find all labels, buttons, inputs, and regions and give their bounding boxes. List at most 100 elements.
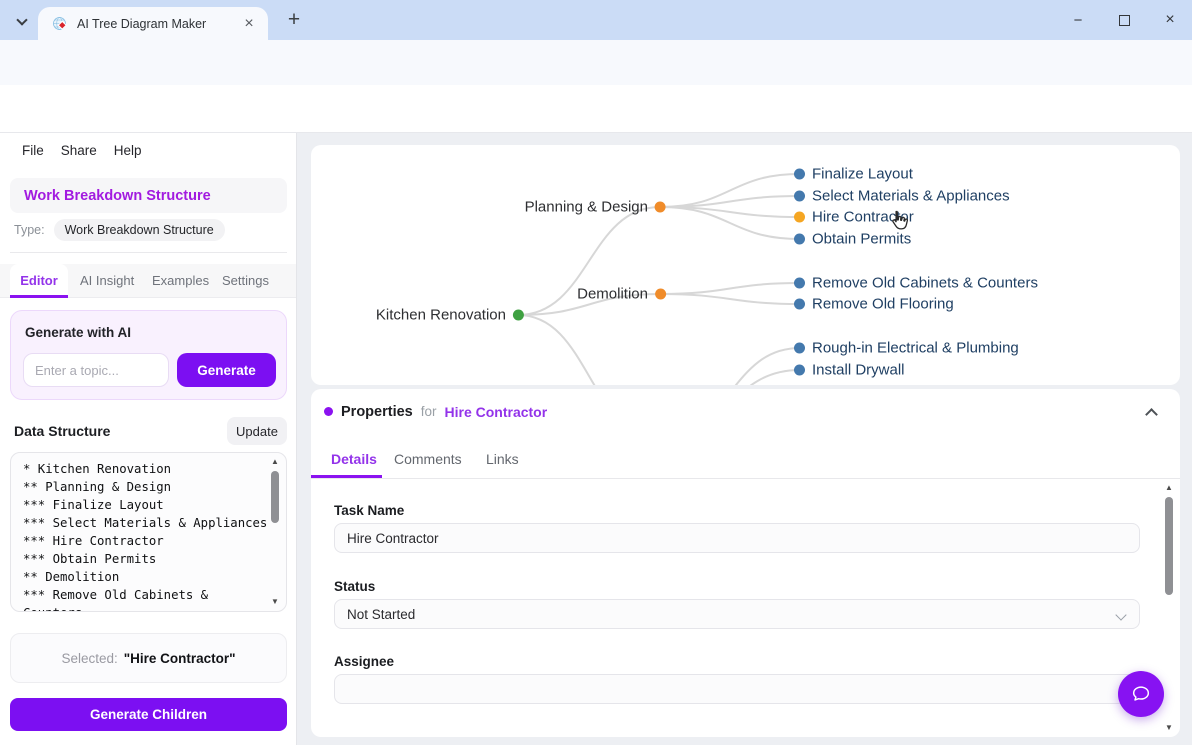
type-label: Type: bbox=[14, 223, 45, 237]
scroll-down-icon[interactable]: ▼ bbox=[271, 597, 279, 607]
tree-node-branch[interactable]: Demolition bbox=[577, 286, 666, 303]
scrollbar-thumb[interactable] bbox=[1165, 497, 1173, 595]
node-label: Rough-in Electrical & Plumbing bbox=[812, 340, 1019, 357]
tab-examples[interactable]: Examples bbox=[152, 264, 209, 298]
window-close-button[interactable]: × bbox=[1153, 8, 1187, 32]
site-favicon bbox=[52, 16, 68, 32]
tab-search-button[interactable] bbox=[9, 9, 35, 33]
menu-share[interactable]: Share bbox=[61, 143, 97, 158]
task-name-label: Task Name bbox=[334, 503, 404, 518]
window-minimize-button[interactable]: − bbox=[1061, 8, 1095, 32]
sidebar-tabs: Editor AI Insight Examples Settings bbox=[0, 264, 296, 298]
tab-ai-insight[interactable]: AI Insight bbox=[80, 264, 134, 298]
node-label: Obtain Permits bbox=[812, 231, 911, 248]
generate-button[interactable]: Generate bbox=[177, 353, 276, 387]
browser-tabstrip: AI Tree Diagram Maker × + − × bbox=[0, 0, 1192, 40]
tree-node-leaf[interactable]: Install Drywall bbox=[794, 362, 905, 379]
topic-input[interactable] bbox=[23, 353, 169, 387]
properties-panel: Properties for Hire Contractor Details C… bbox=[311, 389, 1180, 737]
data-structure-title: Data Structure bbox=[14, 423, 110, 439]
node-label: Remove Old Cabinets & Counters bbox=[812, 275, 1038, 292]
scroll-down-icon[interactable]: ▼ bbox=[1165, 723, 1173, 733]
node-label: Finalize Layout bbox=[812, 166, 913, 183]
scroll-up-icon[interactable]: ▲ bbox=[1165, 483, 1173, 493]
scroll-up-icon[interactable]: ▲ bbox=[271, 457, 279, 467]
chevron-down-icon bbox=[16, 14, 27, 25]
status-label: Status bbox=[334, 579, 375, 594]
leaf-dot bbox=[794, 234, 805, 245]
leaf-dot bbox=[794, 278, 805, 289]
node-label: Install Drywall bbox=[812, 362, 905, 379]
tree-edges bbox=[311, 145, 1180, 385]
window-maximize-button[interactable] bbox=[1107, 8, 1141, 32]
main-area: Kitchen Renovation Planning & Design Dem… bbox=[297, 133, 1192, 745]
tree-node-leaf[interactable]: Rough-in Electrical & Plumbing bbox=[794, 340, 1019, 357]
props-tab-comments[interactable]: Comments bbox=[394, 443, 462, 475]
branch-dot bbox=[655, 202, 666, 213]
generate-children-button[interactable]: Generate Children bbox=[10, 698, 287, 731]
generate-ai-title: Generate with AI bbox=[25, 325, 131, 340]
type-value-pill: Work Breakdown Structure bbox=[54, 219, 225, 241]
chat-widget-button[interactable] bbox=[1118, 671, 1164, 717]
maximize-icon bbox=[1119, 15, 1130, 26]
tree-node-leaf[interactable]: Select Materials & Appliances bbox=[794, 188, 1010, 205]
generate-ai-panel: Generate with AI Generate bbox=[10, 310, 287, 400]
properties-header: Properties for Hire Contractor bbox=[324, 389, 547, 434]
node-label: Hire Contractor bbox=[812, 209, 914, 226]
tab-settings[interactable]: Settings bbox=[222, 264, 269, 298]
update-button[interactable]: Update bbox=[227, 417, 287, 445]
browser-window: AI Tree Diagram Maker × + − × ← → ⟳ ai-t… bbox=[0, 0, 1192, 745]
tree-node-leaf[interactable]: Obtain Permits bbox=[794, 231, 911, 248]
diagram-type-row: Type: Work Breakdown Structure bbox=[14, 219, 225, 241]
new-tab-button[interactable]: + bbox=[280, 6, 308, 34]
leaf-dot bbox=[794, 299, 805, 310]
tree-node-leaf-selected[interactable]: Hire Contractor bbox=[794, 209, 914, 226]
menu-bar: File Share Help bbox=[22, 143, 142, 158]
browser-tab[interactable]: AI Tree Diagram Maker × bbox=[38, 7, 268, 40]
menu-file[interactable]: File bbox=[22, 143, 44, 158]
collapse-panel-icon[interactable] bbox=[1145, 408, 1158, 421]
browser-toolbar: ← → ⟳ ai-toolbox.visual-paradigm.com/app… bbox=[0, 40, 1192, 85]
selected-leaf-dot bbox=[794, 212, 805, 223]
scrollbar-thumb[interactable] bbox=[271, 471, 279, 523]
node-label: Select Materials & Appliances bbox=[812, 188, 1010, 205]
branch-dot bbox=[655, 289, 666, 300]
tree-node-leaf[interactable]: Remove Old Flooring bbox=[794, 296, 954, 313]
status-select[interactable]: Not Started bbox=[334, 599, 1140, 629]
document-title: Work Breakdown Structure bbox=[10, 178, 287, 213]
node-label: Demolition bbox=[577, 286, 648, 303]
leaf-dot bbox=[794, 169, 805, 180]
tab-editor[interactable]: Editor bbox=[10, 264, 68, 298]
data-structure-text[interactable]: * Kitchen Renovation ** Planning & Desig… bbox=[23, 460, 268, 612]
tab-close-icon[interactable]: × bbox=[240, 15, 258, 33]
properties-title: Properties bbox=[341, 404, 413, 420]
sidebar: File Share Help Work Breakdown Structure… bbox=[0, 133, 297, 745]
node-label: Kitchen Renovation bbox=[376, 307, 506, 324]
props-tab-details[interactable]: Details bbox=[331, 443, 377, 475]
task-name-input[interactable] bbox=[334, 523, 1140, 553]
tree-node-branch[interactable]: Planning & Design bbox=[525, 199, 666, 216]
properties-scrollbar[interactable]: ▲ ▼ bbox=[1163, 483, 1175, 733]
data-structure-editor[interactable]: * Kitchen Renovation ** Planning & Desig… bbox=[10, 452, 287, 612]
status-value: Not Started bbox=[347, 607, 415, 622]
leaf-dot bbox=[794, 365, 805, 376]
selected-node-box: Selected: "Hire Contractor" bbox=[10, 633, 287, 683]
assignee-label: Assignee bbox=[334, 654, 394, 669]
tree-node-root[interactable]: Kitchen Renovation bbox=[376, 307, 524, 324]
sidebar-divider bbox=[10, 252, 287, 253]
tab-title: AI Tree Diagram Maker bbox=[77, 17, 240, 31]
properties-target: Hire Contractor bbox=[445, 404, 548, 420]
tree-diagram-canvas[interactable]: Kitchen Renovation Planning & Design Dem… bbox=[311, 145, 1180, 385]
tree-node-leaf[interactable]: Finalize Layout bbox=[794, 166, 913, 183]
tree-node-leaf[interactable]: Remove Old Cabinets & Counters bbox=[794, 275, 1038, 292]
leaf-dot bbox=[794, 191, 805, 202]
selected-label: Selected: bbox=[61, 651, 117, 666]
app-header: AI Tree Diagram Maker Powered by Visual … bbox=[0, 85, 1192, 133]
data-structure-scrollbar[interactable]: ▲ ▼ bbox=[269, 457, 281, 607]
properties-dot-icon bbox=[324, 407, 333, 416]
selected-value: "Hire Contractor" bbox=[124, 651, 236, 666]
props-tab-links[interactable]: Links bbox=[486, 443, 519, 475]
assignee-input[interactable] bbox=[334, 674, 1140, 704]
menu-help[interactable]: Help bbox=[114, 143, 142, 158]
root-dot bbox=[513, 310, 524, 321]
